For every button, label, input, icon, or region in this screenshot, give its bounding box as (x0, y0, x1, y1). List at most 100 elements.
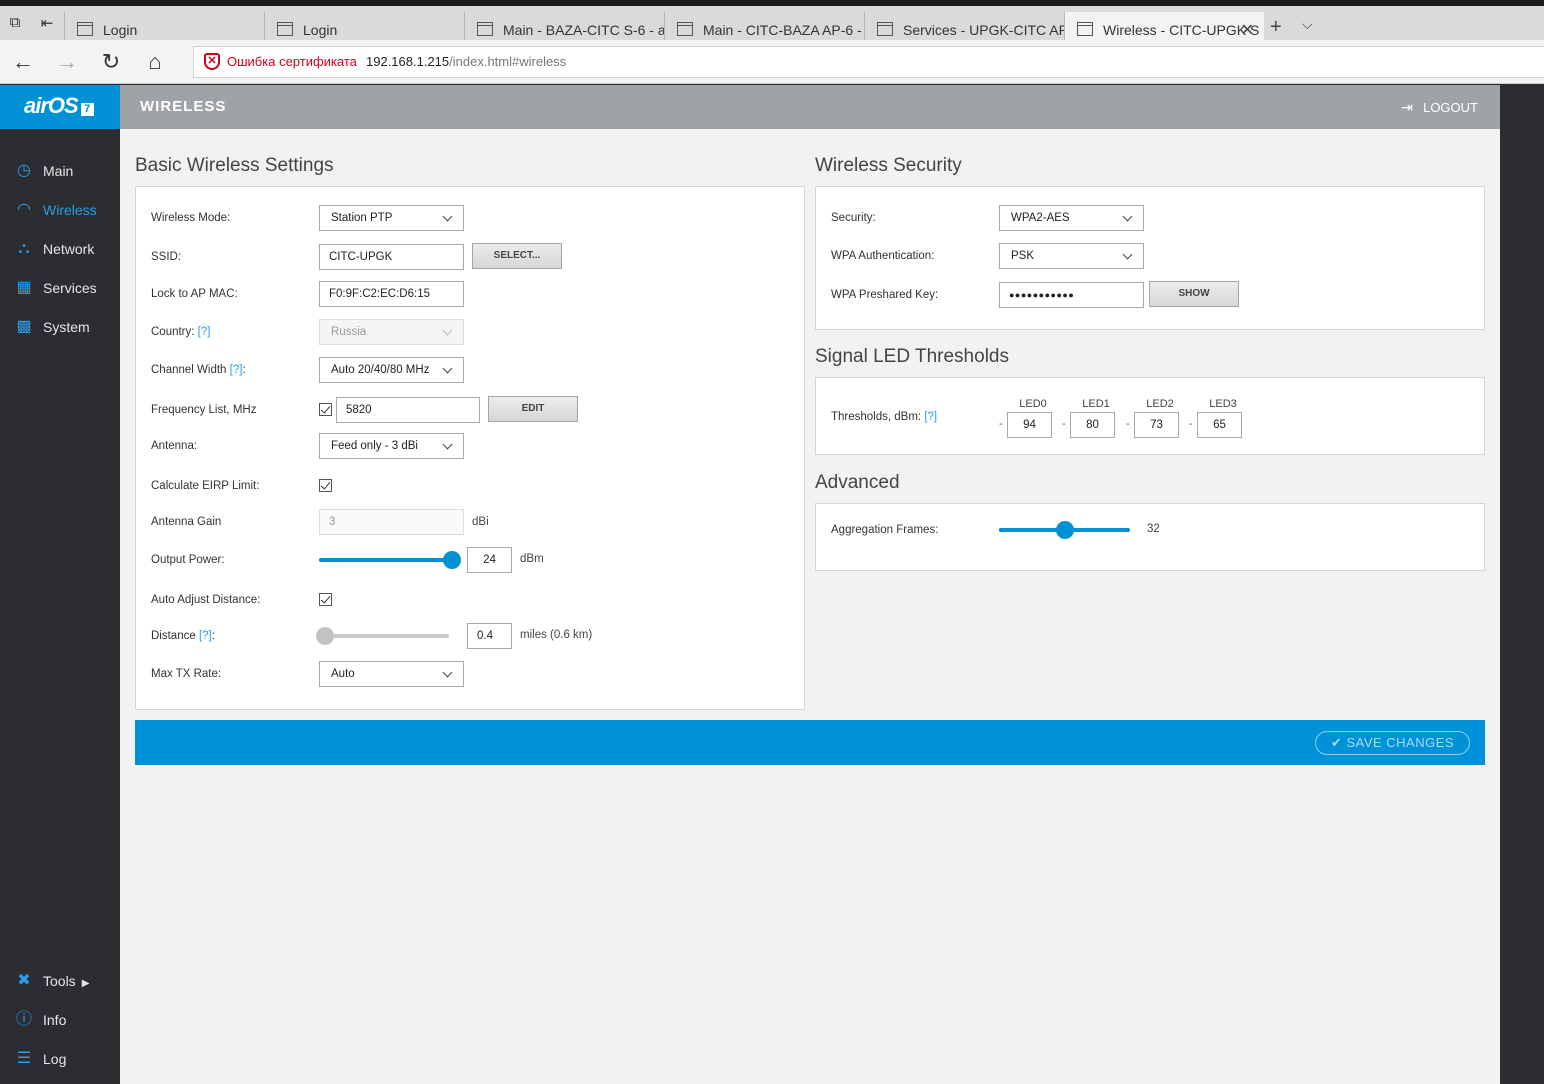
slider-knob[interactable] (443, 551, 461, 569)
page-icon (477, 22, 493, 36)
wpa-auth-label: WPA Authentication: (831, 250, 935, 262)
frequency-list-checkbox[interactable] (319, 403, 332, 416)
logout-label: LOGOUT (1423, 100, 1478, 115)
sidebar-item-tools[interactable]: ✖ Tools ▶ (14, 970, 89, 992)
sidebar-item-label: Main (43, 163, 74, 179)
sidebar-item-network[interactable]: ⛬ Network (14, 238, 94, 260)
sidebar-item-system[interactable]: ▩ System (14, 316, 89, 338)
airos-logo[interactable]: airOS 7 (0, 85, 120, 129)
slider-knob[interactable] (1055, 521, 1074, 539)
country-label: Country: [?] (151, 326, 210, 338)
save-changes-button[interactable]: ✔ SAVE CHANGES (1315, 731, 1470, 755)
distance-label: Distance [?]: (151, 630, 215, 642)
sidebar-item-log[interactable]: ☰ Log (14, 1048, 67, 1070)
security-select[interactable]: WPA2-AES (999, 205, 1144, 231)
wireless-mode-label: Wireless Mode: (151, 212, 231, 224)
tab-title: Main - CITC-BAZA AP-6 - ai (703, 22, 864, 38)
logout-button[interactable]: ⇥ LOGOUT (1401, 99, 1478, 115)
led3-threshold-field[interactable]: 65 (1197, 412, 1242, 438)
max-tx-label: Max TX Rate: (151, 668, 222, 680)
eirp-label: Calculate EIRP Limit: (151, 480, 260, 492)
frequency-list-label: Frequency List, MHz (151, 404, 257, 416)
show-key-button[interactable]: SHOW (1149, 281, 1239, 307)
security-label: Security: (831, 212, 876, 224)
lock-mac-field[interactable]: F0:9F:C2:EC:D6:15 (319, 281, 464, 307)
basic-settings-panel: Wireless Mode: Station PTP SSID: CITC-UP… (135, 186, 805, 710)
input-value: 94 (1023, 419, 1036, 431)
eirp-checkbox[interactable] (319, 479, 332, 492)
sidebar-item-label: Services (43, 280, 97, 296)
help-link[interactable]: [?] (198, 326, 211, 338)
select-ssid-button[interactable]: SELECT... (472, 243, 562, 269)
certificate-warning-icon[interactable]: ✕ (204, 53, 220, 70)
sidebar-item-wireless[interactable]: ◠ Wireless (14, 199, 97, 221)
tab-list-icon[interactable]: ⧉ (4, 14, 26, 32)
log-icon: ☰ (16, 1050, 32, 1067)
page-icon (77, 22, 93, 36)
refresh-icon[interactable]: ↻ (96, 49, 126, 75)
sidebar-item-label: Wireless (43, 202, 97, 218)
aggregation-slider[interactable] (999, 521, 1130, 539)
input-value: CITC-UPGK (329, 251, 393, 263)
main-content: WIRELESS ⇥ LOGOUT Basic Wireless Settings… (120, 85, 1500, 1084)
input-value: F0:9F:C2:EC:D6:15 (329, 288, 430, 300)
help-link[interactable]: [?] (199, 630, 212, 642)
tab-aside-icon[interactable]: ⇤ (36, 14, 58, 32)
logo-text: airOS (24, 93, 79, 118)
chevron-down-icon[interactable]: ⌵ (1302, 16, 1313, 33)
led-thresholds-panel: Thresholds, dBm: [?] LED0 - 94 LED1 - 80… (815, 377, 1485, 455)
url-path: /index.html#wireless (449, 54, 567, 69)
system-icon: ▩ (16, 318, 32, 335)
save-bar: ✔ SAVE CHANGES (135, 720, 1485, 765)
check-icon: ✔ (1330, 735, 1343, 750)
distance-unit: miles (0.6 km) (520, 629, 593, 641)
led0-threshold-field[interactable]: 94 (1007, 412, 1052, 438)
home-icon[interactable]: ⌂ (140, 49, 170, 75)
save-label: SAVE CHANGES (1346, 735, 1455, 750)
frequency-list-field[interactable]: 5820 (336, 397, 480, 423)
antenna-select[interactable]: Feed only - 3 dBi (319, 433, 464, 459)
wireless-mode-select[interactable]: Station PTP (319, 205, 464, 231)
sidebar-item-info[interactable]: ⓘ Info (14, 1009, 66, 1031)
led2-threshold-field[interactable]: 73 (1134, 412, 1179, 438)
address-bar: ← → ↻ ⌂ ✕ Ошибка сертификата 192.168.1.2… (0, 40, 1544, 84)
logo-version: 7 (80, 103, 94, 116)
max-tx-select[interactable]: Auto (319, 661, 464, 687)
output-power-field[interactable]: 24 (467, 547, 512, 573)
antenna-gain-field: 3 (319, 509, 464, 535)
label-text: Country: (151, 326, 195, 338)
url-text: 192.168.1.215/index.html#wireless (366, 54, 566, 69)
network-icon: ⛬ (18, 240, 30, 257)
info-icon: ⓘ (15, 1011, 32, 1028)
help-link[interactable]: [?] (924, 411, 937, 423)
help-link[interactable]: [?] (230, 364, 243, 376)
channel-width-select[interactable]: Auto 20/40/80 MHz (319, 357, 464, 383)
sidebar-item-label: Info (43, 1012, 67, 1028)
sidebar-item-services[interactable]: ▦ Services (14, 277, 97, 299)
url-field[interactable]: ✕ Ошибка сертификата 192.168.1.215/index… (193, 46, 1544, 78)
output-power-slider[interactable] (319, 551, 461, 569)
edit-frequency-button[interactable]: EDIT (488, 396, 578, 422)
input-value: 73 (1150, 419, 1163, 431)
url-host: 192.168.1.215 (366, 54, 450, 69)
wrench-icon: ✖ (17, 972, 31, 989)
new-tab-icon[interactable]: + (1270, 16, 1282, 39)
wireless-security-title: Wireless Security (815, 155, 962, 176)
led1-threshold-field[interactable]: 80 (1070, 412, 1115, 438)
ssid-label: SSID: (151, 251, 182, 263)
auto-distance-checkbox[interactable] (319, 593, 332, 606)
lock-mac-label: Lock to AP MAC: (151, 288, 238, 300)
ssid-field[interactable]: CITC-UPGK (319, 244, 464, 270)
close-tab-icon[interactable]: ✕ (1241, 20, 1254, 40)
sidebar-item-main[interactable]: ◷ Main (14, 160, 73, 182)
back-icon[interactable]: ← (8, 49, 38, 75)
input-value: ●●●●●●●●●●● (1009, 290, 1075, 300)
tab-title: Login (103, 22, 138, 38)
distance-field[interactable]: 0.4 (467, 623, 512, 649)
tab-title: Main - BAZA-CITC S-6 - air( (503, 22, 664, 38)
wpa-auth-select[interactable]: PSK (999, 243, 1144, 269)
browser-tab-bar: ⧉ ⇤ Login Login Main - BAZA-CITC S-6 - a… (0, 0, 1544, 46)
forward-icon[interactable]: → (52, 49, 82, 75)
certificate-warning-text[interactable]: Ошибка сертификата (227, 54, 357, 69)
wpa-key-field[interactable]: ●●●●●●●●●●● (999, 282, 1144, 308)
